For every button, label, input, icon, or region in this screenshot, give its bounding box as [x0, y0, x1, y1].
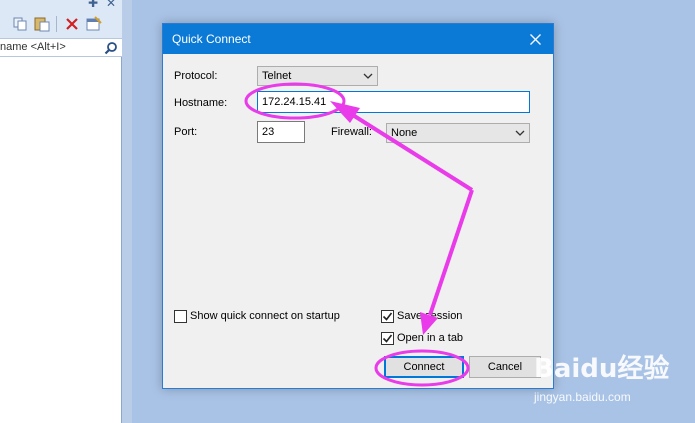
cancel-button[interactable]: Cancel: [469, 356, 541, 378]
open-in-tab-checkbox[interactable]: [381, 332, 394, 345]
paste-icon[interactable]: [34, 16, 50, 32]
search-icon[interactable]: [104, 41, 118, 55]
show-on-startup-label[interactable]: Show quick connect on startup: [190, 310, 340, 322]
watermark-url: jingyan.baidu.com: [534, 390, 631, 404]
port-value: 23: [262, 126, 275, 138]
firewall-label: Firewall:: [331, 126, 372, 138]
hostname-input[interactable]: 172.24.15.41: [257, 91, 530, 113]
properties-icon[interactable]: [86, 16, 102, 32]
session-filter-field[interactable]: name <Alt+I>: [0, 38, 122, 57]
save-session-label[interactable]: Save session: [397, 310, 462, 322]
port-input[interactable]: 23: [257, 121, 305, 143]
chevron-down-icon: [515, 130, 525, 136]
checkmark-icon: [382, 312, 393, 321]
chevron-down-icon: [363, 73, 373, 79]
protocol-value: Telnet: [262, 70, 292, 82]
watermark-brand: Baidu经验: [534, 354, 670, 384]
firewall-value: None: [391, 127, 418, 139]
port-label: Port:: [174, 126, 198, 138]
panel-toolbar: ✚ ✕: [0, 0, 122, 38]
dialog-titlebar[interactable]: Quick Connect: [163, 24, 553, 54]
checkmark-icon: [382, 334, 393, 343]
session-manager-panel: ✚ ✕ name <Alt+I>: [0, 0, 122, 423]
close-button[interactable]: [517, 24, 553, 54]
hostname-value: 172.24.15.41: [262, 96, 327, 108]
panel-splitter[interactable]: [122, 0, 132, 423]
baidu-watermark: Baidu经验 jingyan.baidu.com: [534, 348, 684, 412]
protocol-label: Protocol:: [174, 70, 218, 82]
copy-icon[interactable]: [12, 16, 28, 32]
close-panel-icon[interactable]: ✕: [106, 0, 116, 9]
delete-icon[interactable]: [64, 16, 80, 32]
firewall-select[interactable]: None: [386, 123, 530, 143]
show-on-startup-checkbox[interactable]: [174, 310, 187, 323]
quick-connect-dialog: Quick Connect Protocol: Telnet Hostname:…: [162, 23, 554, 389]
dialog-title: Quick Connect: [172, 32, 251, 46]
pin-icon[interactable]: ✚: [88, 0, 98, 9]
connect-button[interactable]: Connect: [384, 356, 464, 378]
filter-placeholder: name <Alt+I>: [0, 41, 66, 53]
protocol-select[interactable]: Telnet: [257, 66, 378, 86]
toolbar-separator: [56, 16, 57, 32]
open-in-tab-label[interactable]: Open in a tab: [397, 332, 463, 344]
hostname-label: Hostname:: [174, 97, 228, 109]
close-icon: [529, 33, 541, 45]
save-session-checkbox[interactable]: [381, 310, 394, 323]
